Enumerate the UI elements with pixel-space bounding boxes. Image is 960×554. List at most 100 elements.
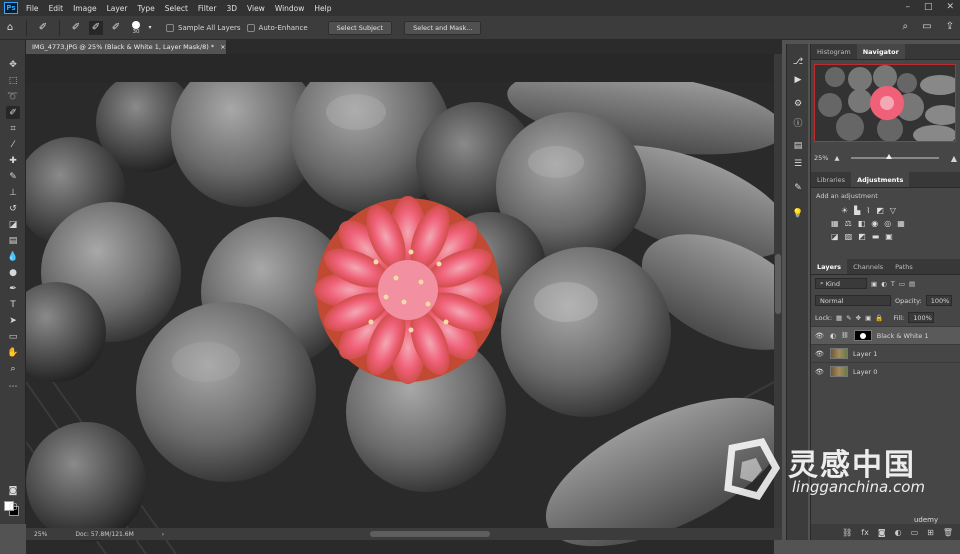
- tab-histogram[interactable]: Histogram: [811, 44, 857, 59]
- quick-selection-preset-icon[interactable]: ✐: [36, 21, 50, 35]
- zoom-slider-knob[interactable]: [886, 154, 893, 159]
- tab-libraries[interactable]: Libraries: [811, 172, 851, 187]
- link-layers-icon[interactable]: ⛓: [842, 528, 852, 537]
- layer-row-layer-1[interactable]: 👁 Layer 1: [811, 344, 960, 362]
- screen-mode-icon[interactable]: ▢: [6, 500, 20, 513]
- blend-mode-select[interactable]: Normal: [815, 295, 891, 306]
- select-subject-button[interactable]: Select Subject: [327, 20, 393, 35]
- glyphs-icon[interactable]: ✎: [792, 182, 804, 194]
- color-lookup-icon[interactable]: ▦: [897, 219, 905, 228]
- close-tab-icon[interactable]: ×: [220, 43, 225, 51]
- brightness-contrast-icon[interactable]: ☀: [841, 206, 848, 215]
- horizontal-scroll-thumb[interactable]: [370, 531, 490, 537]
- close-window-icon[interactable]: ✕: [946, 2, 954, 12]
- tab-channels[interactable]: Channels: [847, 259, 889, 274]
- gradient-map-icon[interactable]: ▬: [872, 232, 880, 241]
- photo-filter-icon[interactable]: ◉: [871, 219, 878, 228]
- shape-tool-icon[interactable]: ▭: [6, 330, 20, 343]
- learn-icon[interactable]: 💡: [792, 208, 804, 220]
- eraser-tool-icon[interactable]: ◪: [6, 218, 20, 231]
- scroll-thumb[interactable]: [775, 254, 781, 314]
- workspace-icon[interactable]: ▭: [922, 21, 931, 32]
- menu-file[interactable]: File: [26, 4, 39, 13]
- vibrance-icon[interactable]: ▽: [890, 206, 896, 215]
- lock-position-icon[interactable]: ✥: [856, 314, 861, 322]
- delete-layer-icon[interactable]: 🗑: [943, 528, 953, 537]
- eyedropper-tool-icon[interactable]: ⁄: [6, 138, 20, 151]
- filter-pixel-icon[interactable]: ▣: [871, 280, 877, 288]
- play-actions-icon[interactable]: ▶: [792, 74, 804, 86]
- new-layer-icon[interactable]: ⊞: [927, 528, 934, 537]
- properties-icon[interactable]: ▤: [792, 140, 804, 152]
- menu-help[interactable]: Help: [314, 4, 331, 13]
- fx-icon[interactable]: fx: [861, 528, 869, 537]
- threshold-icon[interactable]: ◩: [858, 232, 866, 241]
- history-icon[interactable]: ⎇: [792, 56, 804, 68]
- tab-adjustments[interactable]: Adjustments: [851, 172, 910, 187]
- filter-smart-icon[interactable]: ▤: [909, 280, 915, 288]
- brush-size-picker[interactable]: 30: [132, 20, 140, 35]
- menu-edit[interactable]: Edit: [49, 4, 64, 13]
- quick-mask-icon[interactable]: ◙: [6, 484, 20, 497]
- layer-mask-thumbnail[interactable]: [853, 330, 872, 341]
- exposure-icon[interactable]: ◩: [876, 206, 884, 215]
- tab-paths[interactable]: Paths: [889, 259, 919, 274]
- filter-type-icon[interactable]: T: [891, 280, 895, 288]
- brush-settings-icon[interactable]: ⚙: [792, 98, 804, 110]
- filter-adjustment-icon[interactable]: ◐: [881, 280, 887, 288]
- selective-color-icon[interactable]: ▣: [885, 232, 893, 241]
- pen-tool-icon[interactable]: ✒: [6, 282, 20, 295]
- hue-saturation-icon[interactable]: ▦: [831, 219, 839, 228]
- chevron-down-icon[interactable]: ▾: [143, 21, 157, 35]
- black-white-icon[interactable]: ◧: [858, 219, 866, 228]
- add-to-selection-icon[interactable]: ✐: [89, 20, 103, 35]
- layer-name[interactable]: Layer 1: [853, 350, 877, 358]
- new-adjustment-icon[interactable]: ◐: [895, 528, 902, 537]
- tab-layers[interactable]: Layers: [811, 259, 848, 274]
- curves-icon[interactable]: ⌇: [866, 206, 870, 215]
- menu-type[interactable]: Type: [138, 4, 155, 13]
- subtract-from-selection-icon[interactable]: ✐: [109, 21, 123, 35]
- menu-window[interactable]: Window: [275, 4, 305, 13]
- visibility-eye-icon[interactable]: 👁: [815, 332, 825, 340]
- auto-enhance-checkbox[interactable]: [246, 23, 255, 32]
- navigator-zoom-value[interactable]: 25%: [814, 154, 828, 162]
- gradient-tool-icon[interactable]: ▤: [6, 234, 20, 247]
- home-icon[interactable]: ⌂: [3, 21, 17, 35]
- vertical-scrollbar[interactable]: [774, 54, 782, 528]
- type-tool-icon[interactable]: T: [6, 298, 20, 311]
- brush-tool-icon[interactable]: ✎: [6, 170, 20, 183]
- path-selection-tool-icon[interactable]: ➤: [6, 314, 20, 327]
- zoom-in-icon[interactable]: ▲: [951, 154, 957, 163]
- layer-row-black-white[interactable]: 👁 ◐ ⛓ Black & White 1: [811, 326, 960, 344]
- new-group-icon[interactable]: ▭: [911, 528, 919, 537]
- posterize-icon[interactable]: ▨: [845, 232, 853, 241]
- more-tools-icon[interactable]: ⋯: [6, 380, 20, 393]
- info-icon[interactable]: ⓘ: [792, 116, 804, 129]
- status-arrow-icon[interactable]: ›: [162, 531, 164, 538]
- document-tab[interactable]: IMG_4773.JPG @ 25% (Black & White 1, Lay…: [26, 40, 226, 54]
- channel-mixer-icon[interactable]: ◎: [884, 219, 891, 228]
- healing-brush-tool-icon[interactable]: ✚: [6, 154, 20, 167]
- share-icon[interactable]: ⇪: [946, 21, 954, 32]
- visibility-eye-icon[interactable]: 👁: [815, 368, 825, 376]
- maximize-icon[interactable]: □: [924, 2, 933, 12]
- blur-tool-icon[interactable]: 💧: [6, 250, 20, 263]
- lock-artboard-icon[interactable]: ▣: [865, 314, 871, 322]
- menu-view[interactable]: View: [247, 4, 265, 13]
- adjust-sliders-icon[interactable]: ☰: [792, 158, 804, 170]
- search-icon[interactable]: ⌕: [903, 21, 909, 32]
- hand-tool-icon[interactable]: ✋: [6, 346, 20, 359]
- layer-kind-filter[interactable]: ⌕ Kind: [815, 278, 867, 289]
- move-tool-icon[interactable]: ✥: [6, 58, 20, 71]
- dodge-tool-icon[interactable]: ●: [6, 266, 20, 279]
- add-mask-icon[interactable]: ◙: [878, 528, 886, 537]
- tab-navigator[interactable]: Navigator: [856, 44, 905, 59]
- levels-icon[interactable]: ▙: [854, 206, 860, 215]
- clone-stamp-tool-icon[interactable]: ⊥: [6, 186, 20, 199]
- new-selection-icon[interactable]: ✐: [69, 21, 83, 35]
- lock-all-icon[interactable]: 🔒: [875, 314, 883, 322]
- visibility-eye-icon[interactable]: 👁: [815, 350, 825, 358]
- zoom-level[interactable]: 25%: [34, 531, 47, 538]
- canvas-area[interactable]: [26, 54, 774, 554]
